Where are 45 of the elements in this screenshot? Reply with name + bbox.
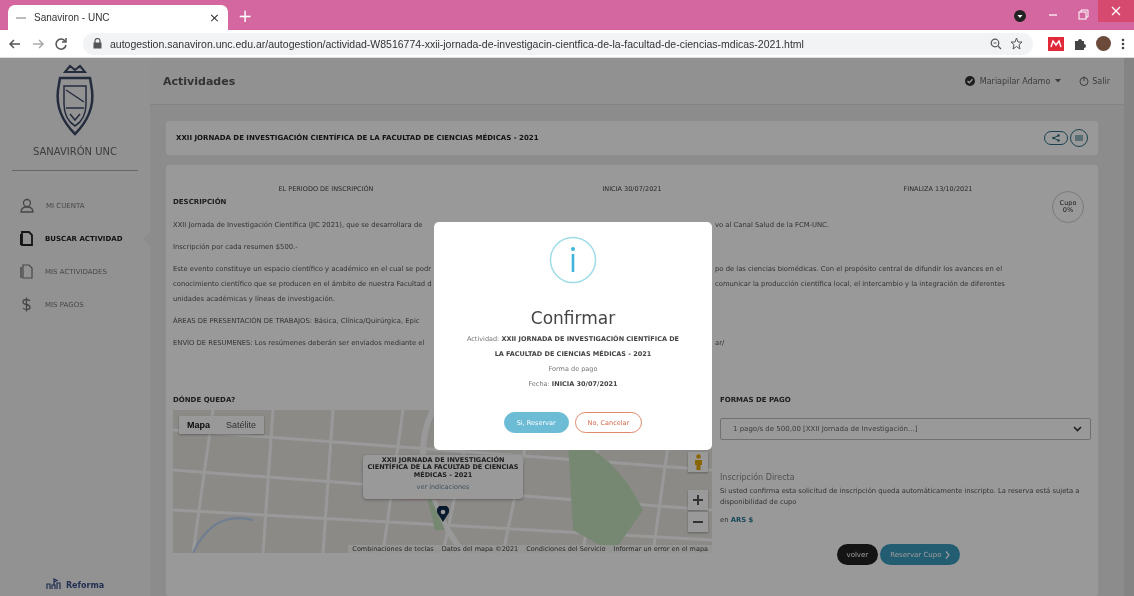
puzzle-icon[interactable]: [1073, 36, 1087, 51]
map-type-control[interactable]: Mapa Satélite: [179, 416, 265, 434]
page-title: Actividades: [163, 74, 236, 88]
pegman-icon: [693, 454, 703, 470]
reforma-logo-icon: [45, 578, 64, 590]
map-type-tab[interactable]: Mapa: [179, 416, 218, 434]
caret-icon: [1055, 79, 1062, 83]
lock-icon: [93, 38, 102, 49]
dollar-icon: [20, 297, 33, 312]
logout-link[interactable]: Salir: [1079, 76, 1110, 86]
scrollbar[interactable]: [1124, 58, 1134, 596]
check-circle-icon: [964, 76, 975, 86]
menu-icon[interactable]: [1120, 36, 1126, 51]
back-arrow-icon[interactable]: [8, 36, 22, 51]
registration-mode-title: Inscripción Directa: [720, 473, 796, 482]
new-tab-button[interactable]: +: [238, 6, 253, 26]
star-icon[interactable]: [1010, 37, 1023, 50]
zoom-icon[interactable]: [990, 37, 1002, 50]
reforma-logo-text: Reforma: [65, 581, 105, 590]
chevron-down-icon: [1073, 426, 1082, 432]
chevron-right-icon: [945, 550, 951, 559]
info-icon: [549, 236, 597, 284]
brand-name: SANAVIRÓN UNC: [32, 146, 118, 157]
map-type-tab[interactable]: Satélite: [218, 416, 265, 434]
documents-icon: [20, 264, 33, 279]
document-icon: [20, 231, 33, 246]
zoom-out-button[interactable]: [688, 512, 708, 532]
map-pin-icon: [437, 506, 449, 522]
plus-icon: [693, 495, 703, 505]
share-icon: [1052, 134, 1060, 142]
favicon-icon: [16, 16, 26, 19]
power-icon: [1079, 76, 1090, 86]
extension-icon[interactable]: [1048, 36, 1064, 51]
dialog-title: Confirmar: [530, 308, 616, 328]
reload-icon[interactable]: [54, 36, 68, 51]
user-icon: [20, 198, 34, 213]
browser-tab[interactable]: Sanaviron - UNC ×: [8, 5, 228, 30]
profile-icon[interactable]: [1014, 10, 1026, 22]
avatar[interactable]: [1096, 36, 1111, 51]
zoom-in-button[interactable]: [688, 490, 708, 510]
address-bar[interactable]: autogestion.sanaviron.unc.edu.ar/autogestion/actividad-W8516774-xxii-jornada-de-investigacin-cientfica-de-la-facultad-de-ciencias-mdicas-2021.html: [83, 32, 1033, 55]
user-menu[interactable]: Mariapilar Adamo: [964, 76, 1062, 86]
list-icon: [1075, 135, 1083, 141]
close-tab-button[interactable]: ×: [209, 10, 220, 25]
tab-title: Sanaviron - UNC: [34, 12, 111, 23]
